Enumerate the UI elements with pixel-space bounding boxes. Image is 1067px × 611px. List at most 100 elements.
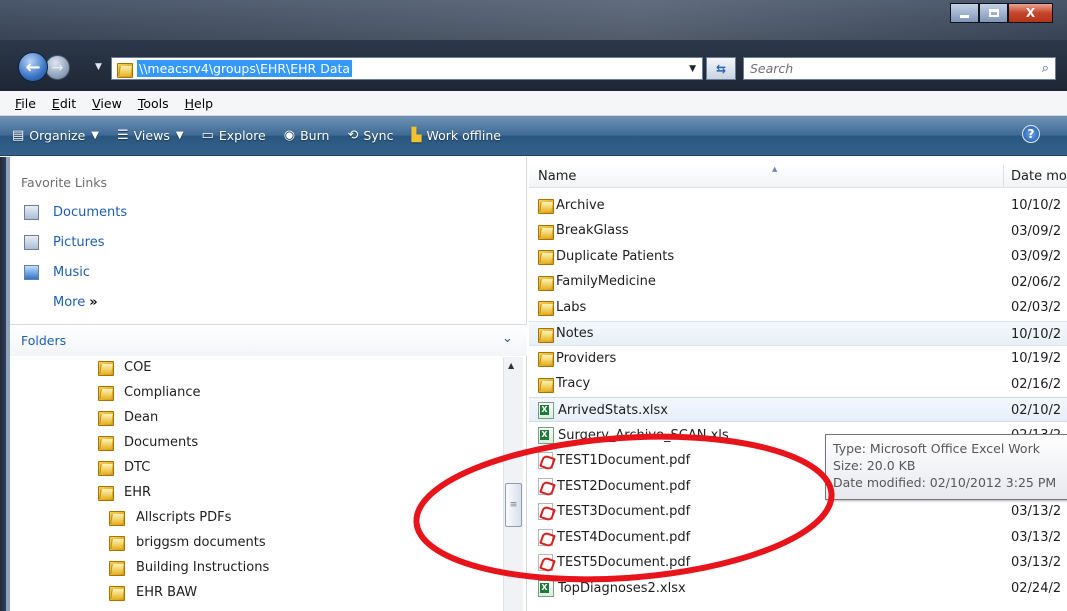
minimize-button[interactable]	[950, 3, 979, 23]
maximize-button[interactable]	[979, 3, 1008, 23]
file-name-cell[interactable]: BreakGlass	[538, 223, 629, 240]
help-button[interactable]: ?	[1022, 125, 1040, 143]
file-list-pane: Name ▲ Date mo Archive 10/10/2 BreakGlass 0…	[529, 157, 1067, 611]
scrollbar-thumb[interactable]: ≡	[505, 483, 522, 527]
tree-item-label: briggsm documents	[136, 534, 266, 550]
folder-icon	[109, 584, 125, 601]
tree-item[interactable]: Building Instructions	[109, 559, 269, 576]
file-name-cell[interactable]: Surgery_Archive_SCAN.xls	[538, 426, 729, 444]
menu-tools[interactable]: Tools	[130, 96, 177, 111]
maximize-icon	[988, 9, 999, 17]
favorite-more-label: More	[53, 295, 86, 310]
folders-header[interactable]: Folders ⌄	[10, 324, 527, 356]
favorite-more-link[interactable]: More»	[53, 295, 98, 310]
file-name-cell[interactable]: TEST2Document.pdf	[538, 477, 690, 495]
file-name-cell[interactable]: TEST4Document.pdf	[538, 528, 690, 546]
explore-icon: ▭	[201, 128, 214, 143]
favorite-links-title: Favorite Links	[21, 175, 108, 190]
file-row[interactable]: Labs 02/03/2	[529, 295, 1067, 320]
folder-icon	[538, 350, 554, 367]
menu-file[interactable]: File	[7, 96, 44, 111]
search-icon[interactable]: ⌕	[1042, 61, 1049, 76]
refresh-button[interactable]: ⇆	[706, 57, 736, 80]
navigation-pane: Favorite Links Documents Pictures Music …	[10, 157, 527, 611]
column-divider[interactable]	[1003, 165, 1004, 188]
views-icon: ☰	[117, 128, 129, 143]
favorite-documents[interactable]: Documents	[24, 205, 127, 220]
tree-item[interactable]: Compliance	[98, 384, 201, 401]
column-date-modified[interactable]: Date mo	[1011, 169, 1067, 184]
chevron-down-icon[interactable]: ⌄	[502, 331, 513, 346]
file-row[interactable]: TEST4Document.pdf 03/13/2	[529, 525, 1067, 550]
tree-item-label: Documents	[124, 434, 199, 450]
tooltip-size: Size: 20.0 KB	[833, 458, 916, 473]
file-row[interactable]: ArrivedStats.xlsx 02/10/2	[529, 397, 1067, 422]
search-placeholder[interactable]: Search	[744, 61, 793, 76]
file-name-cell[interactable]: TopDiagnoses2.xlsx	[538, 579, 686, 597]
file-name-cell[interactable]: ArrivedStats.xlsx	[538, 402, 668, 419]
refresh-icon: ⇆	[715, 61, 727, 76]
explore-button[interactable]: ▭ Explore	[202, 128, 266, 143]
search-box[interactable]: Search ⌕	[743, 57, 1056, 80]
tree-item[interactable]: Allscripts PDFs	[109, 509, 231, 526]
favorite-music[interactable]: Music	[24, 265, 90, 280]
file-row[interactable]: Notes 10/10/2	[529, 320, 1067, 346]
column-name[interactable]: Name	[538, 169, 576, 184]
folder-icon	[538, 248, 554, 265]
organize-button[interactable]: ▤ Organize ▼	[12, 128, 99, 143]
file-row[interactable]: TEST5Document.pdf 03/13/2	[529, 550, 1067, 575]
file-row[interactable]: FamilyMedicine 02/06/2	[529, 270, 1067, 295]
file-name-cell[interactable]: Tracy	[538, 376, 590, 393]
close-button[interactable]: X	[1008, 3, 1053, 23]
file-date-modified: 03/09/2	[1011, 249, 1062, 264]
forward-button[interactable]: →	[45, 55, 70, 80]
tree-item[interactable]: Documents	[98, 434, 199, 451]
window-controls: X	[950, 3, 1053, 23]
folder-icon	[98, 409, 114, 426]
file-name-cell[interactable]: TEST5Document.pdf	[538, 554, 690, 571]
tree-item[interactable]: briggsm documents	[109, 534, 266, 551]
file-row[interactable]: BreakGlass 03/09/2	[529, 219, 1067, 244]
file-name-cell[interactable]: Labs	[538, 299, 586, 316]
burn-button[interactable]: ◉ Burn	[284, 128, 330, 143]
favorite-music-label: Music	[53, 265, 90, 280]
address-dropdown-icon[interactable]: ▼	[689, 64, 696, 74]
favorite-pictures[interactable]: Pictures	[24, 235, 104, 250]
file-name-cell[interactable]: Notes	[538, 326, 594, 343]
tree-item[interactable]: DTC	[98, 459, 150, 476]
tree-item[interactable]: EHR	[98, 484, 151, 501]
tree-item[interactable]: EHR BAW	[109, 584, 197, 601]
address-path[interactable]: \\meacsrv4\groups\EHR\EHR Data	[137, 60, 353, 77]
file-name: TEST5Document.pdf	[557, 555, 691, 570]
folder-tree-scrollbar[interactable]: ▲ ≡	[503, 357, 523, 611]
file-name-cell[interactable]: Providers	[538, 350, 616, 367]
menu-help[interactable]: Help	[177, 96, 222, 111]
file-name-cell[interactable]: TEST3Document.pdf	[538, 503, 690, 520]
folder-icon	[538, 326, 554, 343]
folder-icon	[98, 359, 114, 376]
folder-icon	[109, 534, 125, 551]
file-row[interactable]: Duplicate Patients 03/09/2	[529, 244, 1067, 269]
recent-pages-dropdown-icon[interactable]: ▼	[95, 62, 102, 72]
menu-edit[interactable]: Edit	[44, 96, 84, 111]
work-offline-button[interactable]: ▙ Work offline	[411, 128, 500, 143]
file-name-cell[interactable]: Duplicate Patients	[538, 248, 674, 265]
file-row[interactable]: Providers 10/19/2	[529, 346, 1067, 371]
back-button[interactable]: ←	[18, 52, 48, 82]
tree-item[interactable]: Dean	[98, 409, 158, 426]
views-button[interactable]: ☰ Views ▼	[117, 128, 184, 143]
scroll-up-arrow-icon[interactable]: ▲	[508, 361, 514, 370]
file-name-cell[interactable]: FamilyMedicine	[538, 274, 656, 291]
menu-view[interactable]: View	[84, 96, 130, 111]
menu-tools-label: ools	[143, 95, 169, 111]
address-bar[interactable]: \\meacsrv4\groups\EHR\EHR Data ▼	[111, 57, 703, 80]
file-row[interactable]: TEST3Document.pdf 03/13/2	[529, 499, 1067, 524]
file-row[interactable]: TopDiagnoses2.xlsx 02/24/2	[529, 576, 1067, 601]
file-row[interactable]: Archive 10/10/2	[529, 193, 1067, 218]
file-name-cell[interactable]: TEST1Document.pdf	[538, 452, 690, 469]
command-toolbar: ▤ Organize ▼ ☰ Views ▼ ▭ Explore ◉ Burn ⟲ Sync …	[0, 116, 1067, 156]
file-row[interactable]: Tracy 02/16/2	[529, 372, 1067, 397]
file-name-cell[interactable]: Archive	[538, 197, 605, 214]
sync-button[interactable]: ⟲ Sync	[347, 128, 393, 143]
tree-item[interactable]: COE	[98, 359, 152, 376]
